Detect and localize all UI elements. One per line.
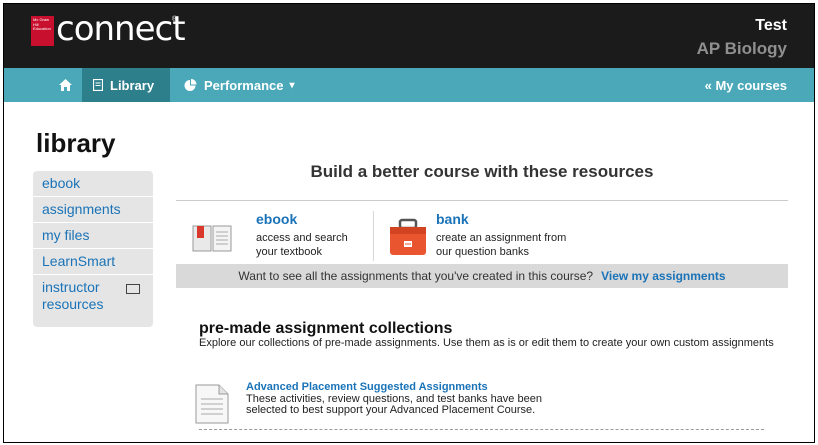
my-courses-link[interactable]: « My courses <box>705 68 787 102</box>
document-icon <box>195 384 229 424</box>
ebook-resource[interactable]: ebook access and search your textbook <box>192 211 372 261</box>
app-frame: Mc Graw Hill Education connect ® Test AP… <box>3 3 815 443</box>
sidebar-item-my-files[interactable]: my files <box>33 223 153 249</box>
ebook-title[interactable]: ebook <box>256 211 297 227</box>
library-sidebar: ebook assignments my files LearnSmart in… <box>33 171 153 327</box>
connect-logo[interactable]: connect <box>56 9 186 49</box>
page-title: library <box>36 128 116 158</box>
bank-title[interactable]: bank <box>436 211 469 227</box>
sidebar-item-assignments[interactable]: assignments <box>33 197 153 223</box>
sidebar-item-ebook[interactable]: ebook <box>33 171 153 197</box>
toolbox-icon <box>390 218 426 255</box>
sidebar-item-instructor-resources[interactable]: instructor resources <box>33 275 153 317</box>
chevron-down-icon: ▾ <box>289 79 295 91</box>
collections-title: pre-made assignment collections <box>199 320 453 337</box>
registered-mark: ® <box>172 16 178 23</box>
nav-home[interactable] <box>44 68 86 102</box>
nav-library-label: Library <box>110 77 155 93</box>
course-name: AP Biology <box>696 39 787 58</box>
view-my-assignments-link[interactable]: View my assignments <box>601 269 726 283</box>
collection-separator <box>199 429 764 430</box>
presentation-icon <box>126 284 140 294</box>
sidebar-item-learnsmart[interactable]: LearnSmart <box>33 249 153 275</box>
mcgraw-hill-logo: Mc Graw Hill Education <box>31 16 54 46</box>
nav-performance[interactable]: Performance ▾ <box>184 68 295 102</box>
assignments-band: Want to see all the assignments that you… <box>176 264 788 288</box>
collections-desc: Explore our collections of pre-made assi… <box>199 337 774 349</box>
resource-divider <box>373 211 374 261</box>
pie-chart-icon <box>184 78 197 91</box>
sidebar-item-label: instructor resources <box>42 279 104 312</box>
band-text: Want to see all the assignments that you… <box>238 269 594 283</box>
resources-headline: Build a better course with these resourc… <box>310 162 654 181</box>
bank-desc: create an assignment from our question b… <box>436 232 567 258</box>
nav-performance-label: Performance <box>204 77 284 93</box>
collection-ap-desc: These activities, review questions, and … <box>246 393 542 416</box>
bank-resource[interactable]: bank create an assignment from our quest… <box>388 211 578 261</box>
library-icon <box>93 79 103 91</box>
user-name: Test <box>755 17 787 34</box>
collection-ap-link[interactable]: Advanced Placement Suggested Assignments <box>246 381 488 393</box>
logo-mark-text: Mc Graw Hill Education <box>33 17 51 31</box>
ebook-desc: access and search your textbook <box>256 232 348 258</box>
top-header: Mc Graw Hill Education connect ® Test AP… <box>4 4 814 68</box>
headline-divider <box>176 200 788 201</box>
home-icon <box>58 79 72 91</box>
main-nav: Library Performance ▾ « My courses <box>4 68 814 102</box>
nav-library[interactable]: Library <box>82 68 170 102</box>
open-book-icon <box>192 225 232 252</box>
